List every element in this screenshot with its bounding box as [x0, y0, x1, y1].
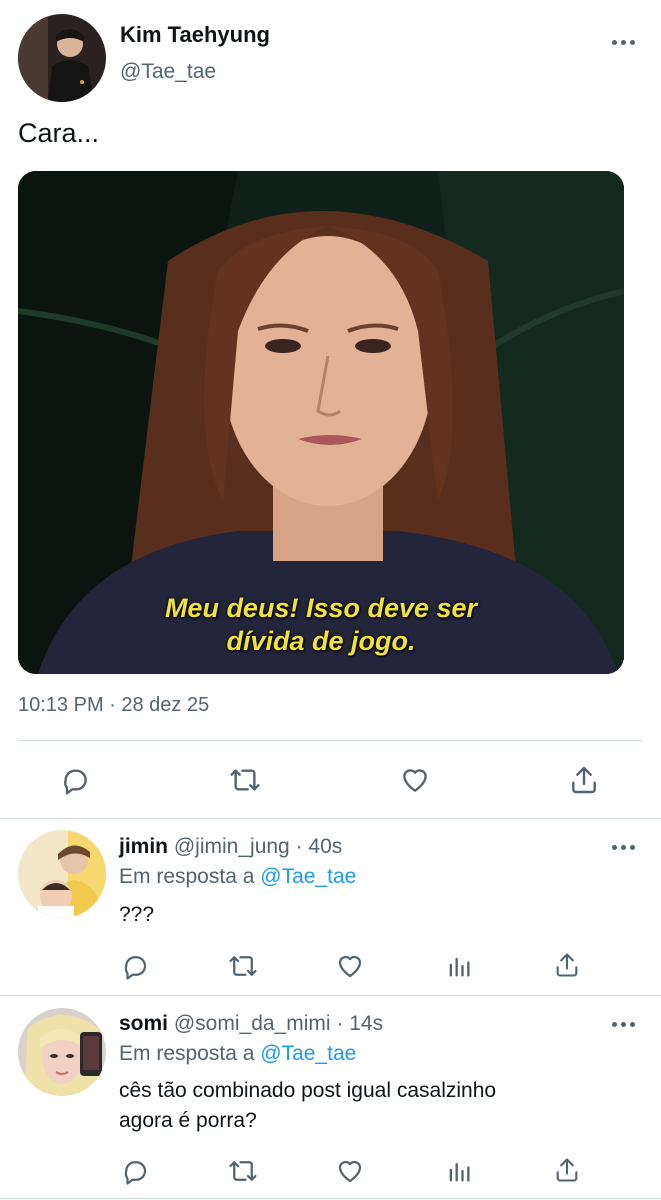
- more-icon[interactable]: [612, 1020, 638, 1028]
- tweet-timestamp[interactable]: 10:13 PM · 28 dez 25: [18, 694, 209, 717]
- media-caption-line1: Meu deus! Isso deve ser: [164, 593, 478, 623]
- reply-context-label: Em resposta a: [119, 865, 255, 888]
- divider: [0, 995, 661, 996]
- reply-icon[interactable]: [120, 1156, 150, 1186]
- like-icon[interactable]: [335, 1156, 365, 1186]
- reply-time[interactable]: · 40s: [296, 835, 343, 858]
- reply-context: Em resposta a @Tae_tae: [119, 865, 356, 889]
- reply-context-mention[interactable]: @Tae_tae: [260, 1042, 356, 1065]
- reply-text-line2: agora é porra?: [119, 1109, 257, 1132]
- reply-author-handle[interactable]: @somi_da_mimi: [174, 1012, 331, 1035]
- reply-text: ???: [119, 903, 155, 926]
- reply-author-handle[interactable]: @jimin_jung: [174, 835, 290, 858]
- reply-author-name[interactable]: somi: [119, 1012, 168, 1035]
- like-icon[interactable]: [398, 764, 432, 796]
- reply-time[interactable]: · 14s: [336, 1012, 383, 1035]
- reply-author-name[interactable]: jimin: [119, 835, 168, 858]
- more-icon[interactable]: [612, 38, 638, 46]
- share-icon[interactable]: [568, 763, 600, 797]
- reply-text-line1: cês tão combinado post igual casalzinho: [119, 1079, 497, 1102]
- reply-avatar[interactable]: [18, 1008, 106, 1096]
- reply-context: Em resposta a @Tae_tae: [119, 1042, 356, 1066]
- like-icon[interactable]: [335, 951, 365, 981]
- media-caption-line2: dívida de jogo.: [226, 626, 416, 656]
- retweet-icon[interactable]: [227, 764, 263, 796]
- reply-context-label: Em resposta a: [119, 1042, 255, 1065]
- reply-header: somi @somi_da_mimi · 14s: [119, 1012, 383, 1036]
- divider: [0, 1198, 661, 1199]
- author-avatar[interactable]: [18, 14, 106, 102]
- retweet-icon[interactable]: [226, 951, 260, 981]
- tweet-text: Cara...: [18, 118, 100, 148]
- analytics-icon[interactable]: [445, 1156, 473, 1186]
- reply-header: jimin @jimin_jung · 40s: [119, 835, 342, 859]
- reply-icon[interactable]: [120, 951, 150, 981]
- divider: [18, 740, 643, 741]
- more-icon[interactable]: [612, 843, 638, 851]
- tweet-media[interactable]: Meu deus! Isso deve ser dívida de jogo.: [18, 171, 624, 674]
- share-icon[interactable]: [553, 1155, 581, 1185]
- share-icon[interactable]: [553, 950, 581, 980]
- analytics-icon[interactable]: [445, 951, 473, 981]
- author-handle[interactable]: @Tae_tae: [120, 60, 216, 84]
- author-name[interactable]: Kim Taehyung: [120, 22, 270, 48]
- retweet-icon[interactable]: [226, 1156, 260, 1186]
- reply-context-mention[interactable]: @Tae_tae: [260, 865, 356, 888]
- divider: [0, 818, 661, 819]
- reply-avatar[interactable]: [18, 830, 106, 918]
- reply-icon[interactable]: [59, 764, 91, 796]
